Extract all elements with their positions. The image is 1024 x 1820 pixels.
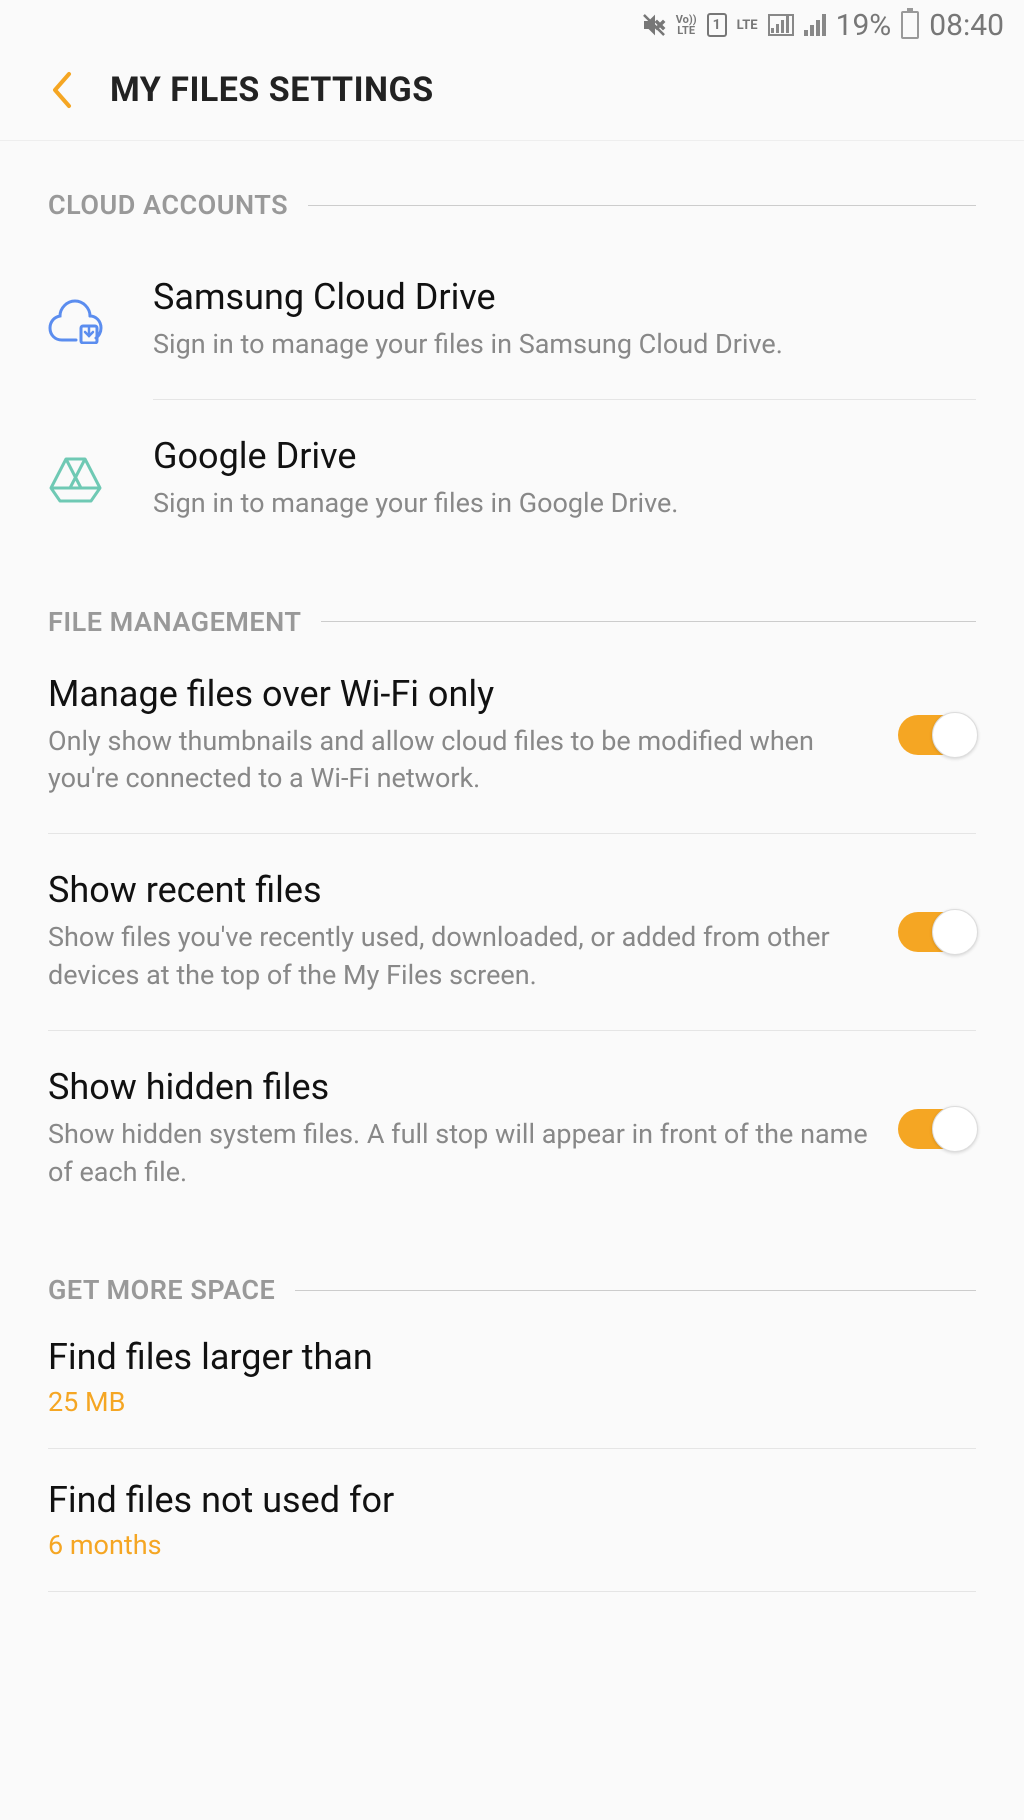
mute-icon — [642, 13, 666, 37]
setting-subtitle: Show files you've recently used, downloa… — [48, 919, 868, 995]
google-drive-icon — [48, 451, 103, 506]
section-header-file-management: FILE MANAGEMENT — [48, 606, 976, 638]
cloud-item-title: Google Drive — [153, 435, 976, 477]
section-header-space: GET MORE SPACE — [48, 1274, 976, 1306]
lte-label-2: LTE — [737, 18, 758, 33]
cloud-item-subtitle: Sign in to manage your files in Google D… — [153, 485, 976, 523]
setting-title: Show recent files — [48, 869, 868, 911]
space-title: Find files larger than — [48, 1336, 976, 1378]
cloud-item-title: Samsung Cloud Drive — [153, 276, 976, 318]
signal-strength-1-icon — [768, 14, 794, 36]
back-button[interactable] — [50, 70, 80, 110]
section-label: CLOUD ACCOUNTS — [48, 189, 288, 221]
signal-strength-2-icon — [804, 14, 826, 36]
space-value: 25 MB — [48, 1386, 976, 1418]
volte-indicator: Vo)) LTE — [676, 14, 697, 36]
app-header: MY FILES SETTINGS — [0, 50, 1024, 141]
status-bar: Vo)) LTE 1 LTE 19% 08:40 — [0, 0, 1024, 50]
section-label: GET MORE SPACE — [48, 1274, 275, 1306]
lte-label: LTE — [677, 25, 695, 36]
setting-title: Show hidden files — [48, 1066, 868, 1108]
setting-recent-files[interactable]: Show recent files Show files you've rece… — [48, 834, 976, 1031]
cloud-item-google[interactable]: Google Drive Sign in to manage your file… — [48, 400, 976, 558]
setting-subtitle: Only show thumbnails and allow cloud fil… — [48, 723, 868, 799]
space-item-not-used[interactable]: Find files not used for 6 months — [48, 1449, 976, 1592]
battery-percent: 19% — [836, 8, 892, 43]
cloud-item-subtitle: Sign in to manage your files in Samsung … — [153, 326, 976, 364]
clock: 08:40 — [929, 8, 1004, 43]
setting-hidden-files[interactable]: Show hidden files Show hidden system fil… — [48, 1031, 976, 1227]
toggle-hidden-files[interactable] — [898, 1109, 976, 1149]
space-value: 6 months — [48, 1529, 976, 1561]
section-label: FILE MANAGEMENT — [48, 606, 301, 638]
toggle-wifi-only[interactable] — [898, 715, 976, 755]
toggle-recent-files[interactable] — [898, 912, 976, 952]
space-item-larger-than[interactable]: Find files larger than 25 MB — [48, 1306, 976, 1449]
samsung-cloud-icon — [48, 292, 103, 347]
setting-subtitle: Show hidden system files. A full stop wi… — [48, 1116, 868, 1192]
setting-title: Manage files over Wi-Fi only — [48, 673, 868, 715]
cloud-item-samsung[interactable]: Samsung Cloud Drive Sign in to manage yo… — [48, 241, 976, 399]
battery-icon — [901, 11, 919, 39]
page-title: MY FILES SETTINGS — [110, 70, 434, 110]
section-header-cloud: CLOUD ACCOUNTS — [48, 189, 976, 221]
setting-wifi-only[interactable]: Manage files over Wi-Fi only Only show t… — [48, 638, 976, 835]
sim-indicator: 1 — [707, 13, 727, 37]
space-title: Find files not used for — [48, 1479, 976, 1521]
